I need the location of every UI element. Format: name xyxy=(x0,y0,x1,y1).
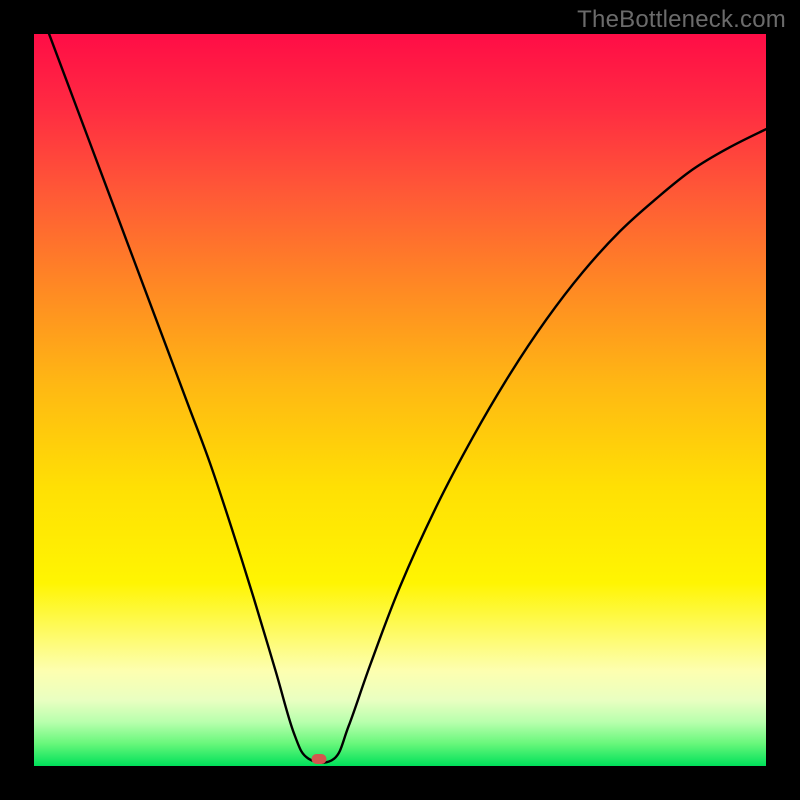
chart-frame: TheBottleneck.com xyxy=(0,0,800,800)
plot-area xyxy=(34,34,766,766)
bottleneck-curve-path xyxy=(34,34,766,763)
optimal-point-marker xyxy=(311,754,326,764)
bottleneck-curve-svg xyxy=(34,34,766,766)
watermark-text: TheBottleneck.com xyxy=(577,6,786,34)
